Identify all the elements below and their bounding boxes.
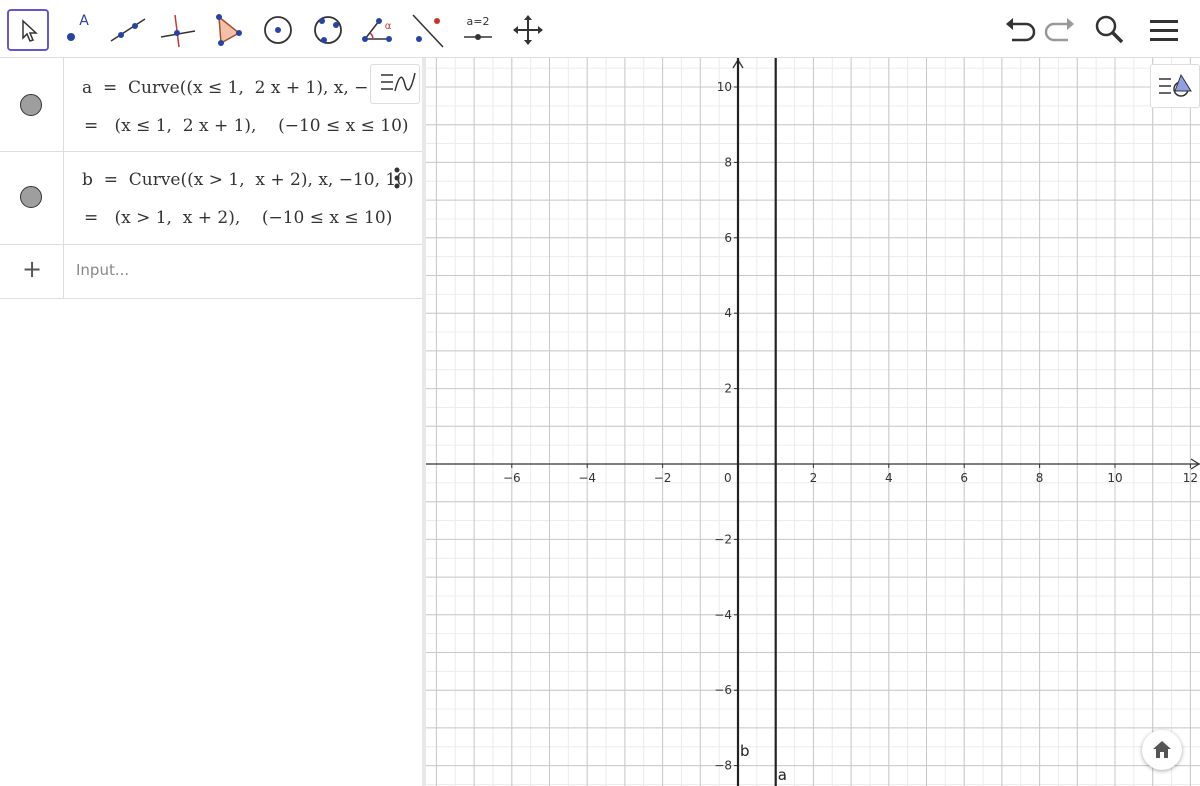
y-tick-label: 2 — [724, 382, 732, 396]
line-tool-button[interactable] — [107, 9, 149, 51]
x-tick-label: −4 — [578, 471, 596, 485]
y-tick-label: 6 — [724, 231, 732, 245]
home-icon — [1153, 741, 1171, 758]
polygon-tool-button[interactable] — [207, 9, 249, 51]
reflect-icon — [412, 14, 444, 48]
curve-label-b[interactable]: b — [740, 742, 750, 760]
graph-canvas[interactable]: −6 −4 −2 0 2 4 6 8 10 12 10 8 6 4 2 −2 −4 −6 −8 b a — [426, 58, 1200, 786]
menu-icon[interactable] — [1146, 12, 1182, 48]
circle-center-icon — [264, 16, 292, 44]
cursor-icon — [22, 19, 38, 42]
circle-center-tool-button[interactable] — [257, 9, 299, 51]
algebra-definition[interactable]: a = Curve((x ≤ 1, 2 x + 1), x, −10, — [82, 78, 395, 98]
graphics-style-toggle[interactable] — [1150, 64, 1200, 108]
x-tick-label: 4 — [885, 471, 893, 485]
circle-three-points-icon — [314, 16, 342, 44]
point-tool-label: A — [79, 13, 89, 29]
plus-icon: + — [22, 255, 43, 283]
input-column: + — [0, 245, 64, 298]
visibility-toggle[interactable] — [20, 186, 42, 208]
x-tick-label: 12 — [1183, 471, 1198, 485]
y-tick-label: 8 — [724, 155, 732, 169]
algebra-input-row[interactable]: + Input... — [0, 245, 422, 299]
x-tick-label: 2 — [810, 471, 818, 485]
reflect-tool-button[interactable] — [407, 9, 449, 51]
algebra-style-icon — [381, 72, 416, 92]
slider-icon — [464, 34, 492, 40]
line-icon — [110, 18, 146, 42]
y-tick-label: −2 — [714, 532, 732, 546]
redo-icon[interactable] — [1042, 12, 1078, 48]
angle-tool-label: α — [384, 21, 392, 32]
algebra-view-toggle[interactable] — [370, 64, 420, 104]
visibility-toggle[interactable] — [20, 94, 42, 116]
x-tick-label: 8 — [1036, 471, 1044, 485]
visibility-column — [0, 152, 64, 244]
algebra-value: = (x ≤ 1, 2 x + 1), (−10 ≤ x ≤ 10) — [84, 116, 409, 136]
algebra-definition[interactable]: b = Curve((x > 1, x + 2), x, −10, 10) — [82, 170, 414, 190]
x-tick-label: −6 — [503, 471, 521, 485]
perpendicular-tool-button[interactable] — [157, 9, 199, 51]
y-tick-label: −6 — [714, 683, 732, 697]
slider-tool-button[interactable]: a=2 — [457, 9, 499, 51]
y-tick-label: 4 — [724, 306, 732, 320]
move-arrows-icon — [513, 15, 543, 45]
algebra-item-b[interactable]: b = Curve((x > 1, x + 2), x, −10, 10) = … — [0, 152, 422, 245]
algebra-item-a[interactable]: a = Curve((x ≤ 1, 2 x + 1), x, −10, = (x… — [0, 58, 422, 152]
move-view-tool-button[interactable] — [507, 9, 549, 51]
curve-label-a[interactable]: a — [778, 766, 787, 784]
x-tick-label: 0 — [724, 471, 732, 485]
style-bar-icon — [1159, 73, 1192, 97]
algebra-value: = (x > 1, x + 2), (−10 ≤ x ≤ 10) — [84, 208, 393, 228]
graphics-view[interactable]: −6 −4 −2 0 2 4 6 8 10 12 10 8 6 4 2 −2 −4 −6 −8 b a — [426, 58, 1200, 786]
more-options-icon[interactable] — [392, 166, 402, 190]
visibility-column — [0, 58, 64, 151]
circle-three-points-tool-button[interactable] — [307, 9, 349, 51]
angle-tool-button[interactable]: α — [357, 9, 399, 51]
y-tick-label: 10 — [717, 80, 732, 94]
algebra-input[interactable]: Input... — [76, 261, 129, 279]
algebra-view: a = Curve((x ≤ 1, 2 x + 1), x, −10, = (x… — [0, 58, 422, 786]
y-tick-label: −4 — [714, 608, 732, 622]
search-icon[interactable] — [1092, 12, 1128, 48]
toolbar: A α a=2 — [0, 0, 1200, 58]
home-button[interactable] — [1142, 730, 1182, 770]
perpendicular-line-icon — [160, 14, 196, 48]
point-tool-button[interactable]: A — [57, 9, 99, 51]
move-tool-button[interactable] — [7, 9, 49, 51]
x-tick-label: 6 — [960, 471, 968, 485]
x-tick-label: 10 — [1107, 471, 1122, 485]
polygon-icon — [216, 14, 242, 46]
undo-icon[interactable] — [1002, 12, 1038, 48]
y-tick-label: −8 — [714, 759, 732, 773]
x-tick-label: −2 — [654, 471, 672, 485]
